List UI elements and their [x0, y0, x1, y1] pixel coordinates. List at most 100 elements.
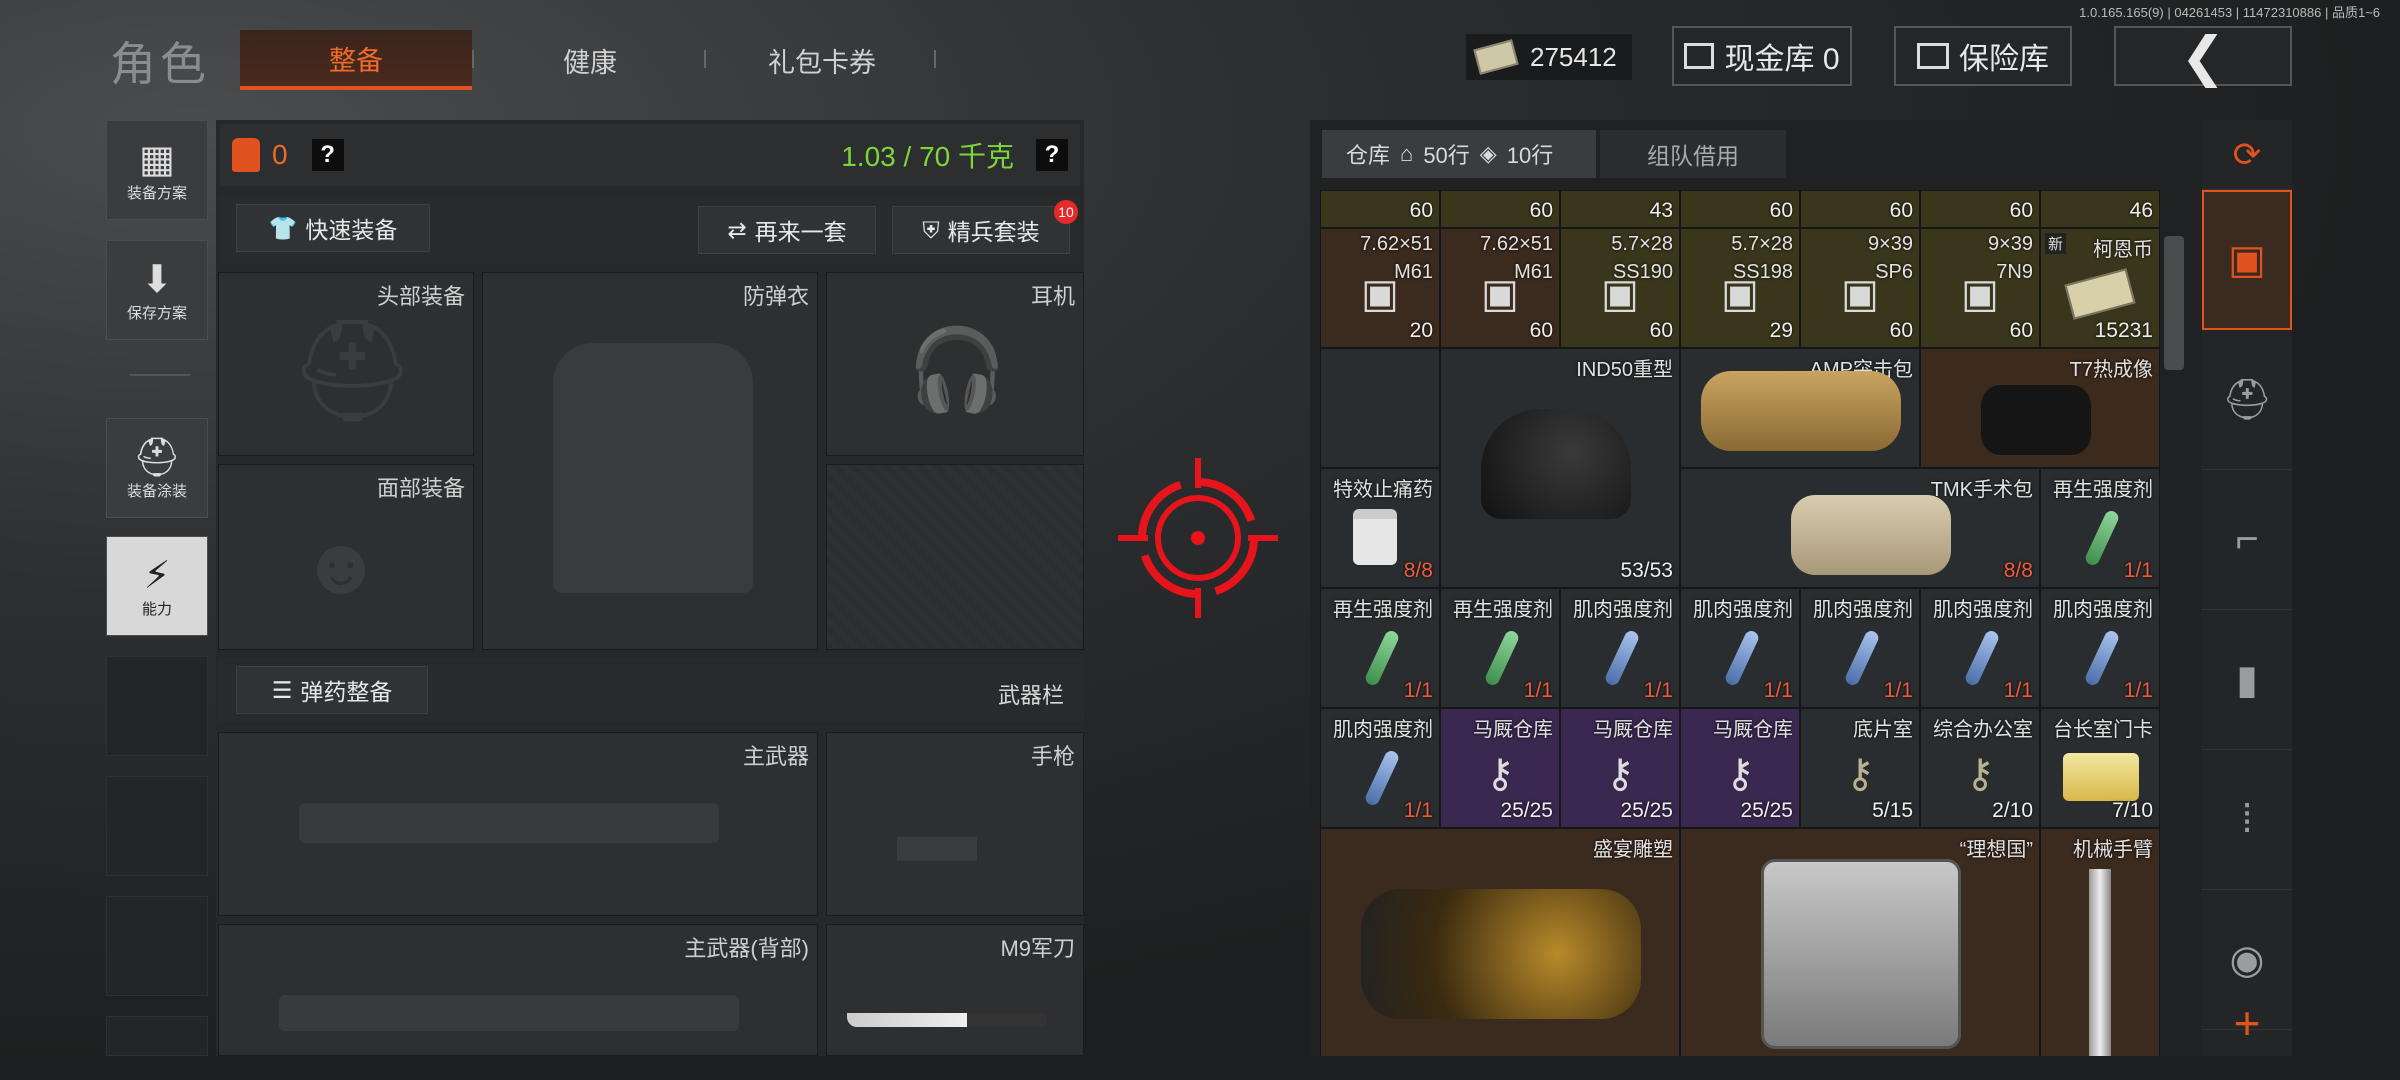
help-button[interactable]: ?: [311, 139, 344, 171]
inv-item-ammo[interactable]: 60: [1440, 190, 1560, 228]
warehouse-rows-tag: 10行: [1506, 143, 1554, 168]
inv-item-ammo-box[interactable]: 7.62×51 M61 ▣ 20: [1320, 228, 1440, 348]
item-count: 60: [1649, 319, 1673, 342]
key-icon: ⚷: [1485, 751, 1515, 796]
add-icon[interactable]: +: [2202, 990, 2292, 1056]
inv-item-ammo-box[interactable]: 7.62×51 M61 ▣ 60: [1440, 228, 1560, 348]
inv-item-ammo[interactable]: 60: [1680, 190, 1800, 228]
shield-icon: ⛨: [922, 216, 940, 243]
item-count: 46: [2129, 199, 2153, 222]
quick-equip-button[interactable]: 👕 快速装备: [236, 204, 430, 252]
inv-item-ammo[interactable]: 60: [1320, 190, 1440, 228]
item-sublabel: 7N9: [1996, 261, 2033, 283]
inv-item-muscle-stim[interactable]: 肌肉强度剂 1/1: [1560, 588, 1680, 708]
ammo-box-icon: ▣: [1601, 271, 1639, 316]
inv-item-key[interactable]: 马厩仓库 ⚷ 25/25: [1440, 708, 1560, 828]
inv-item-tmk-surgery[interactable]: TMK手术包 8/8: [1680, 468, 2040, 588]
item-count: 1/1: [1523, 679, 1553, 702]
inv-item-ammo-box[interactable]: 9×39 SP6 ▣ 60: [1800, 228, 1920, 348]
inv-item-muscle-stim[interactable]: 肌肉强度剂 1/1: [1800, 588, 1920, 708]
slot-headset[interactable]: 🎧 耳机: [826, 272, 1084, 456]
category-helmet-icon[interactable]: ⛑: [2202, 330, 2292, 470]
category-all-icon[interactable]: ▣: [2202, 190, 2292, 330]
redo-set-button[interactable]: ⇄ 再来一套: [698, 206, 876, 254]
cash-vault-button[interactable]: 现金库 0: [1672, 26, 1852, 86]
inv-item-feast-statue[interactable]: 盛宴雕塑: [1320, 828, 1680, 1056]
inv-item-key[interactable]: 综合办公室 ⚷ 2/10: [1920, 708, 2040, 828]
slot-knife[interactable]: M9军刀: [826, 924, 1084, 1056]
slot-primary-weapon[interactable]: 主武器: [218, 732, 818, 916]
rifle-back-silhouette-icon: [279, 995, 739, 1031]
crosshair-icon[interactable]: [1118, 458, 1278, 618]
slot-face[interactable]: ☻ 面部装备: [218, 464, 474, 650]
inv-item-regen-stim[interactable]: 再生强度剂 1/1: [1320, 588, 1440, 708]
item-count: 1/1: [2003, 679, 2033, 702]
slot-head[interactable]: ⛑ 头部装备: [218, 272, 474, 456]
inv-item-muscle-stim[interactable]: 肌肉强度剂 1/1: [1680, 588, 1800, 708]
item-count: 60: [1889, 199, 1913, 222]
safe-icon: [1917, 43, 1949, 69]
inventory-grid: 60 60 43 60 60 60 46 7.62×51 M61 ▣ 20 7.62…: [1320, 190, 2160, 1056]
statue-icon: [1361, 889, 1641, 1019]
inv-item-keycard[interactable]: 台长室门卡 7/10: [2040, 708, 2160, 828]
sidebar-item-loadout-plan[interactable]: ▦ 装备方案: [106, 120, 208, 220]
sidebar-item-ability[interactable]: ⚡ 能力: [106, 536, 208, 636]
inv-item-muscle-stim[interactable]: 肌肉强度剂 1/1: [2040, 588, 2160, 708]
team-borrow-tab[interactable]: 组队借用: [1600, 130, 1786, 178]
warehouse-tab[interactable]: 仓库 ⌂ 50行 ◈ 10行: [1322, 130, 1596, 178]
inv-item-ammo[interactable]: 60: [1800, 190, 1920, 228]
inv-item-regen-stim[interactable]: 再生强度剂 1/1: [1440, 588, 1560, 708]
ammo-box-icon: ▣: [1361, 271, 1399, 316]
inventory-scrollbar[interactable]: [2164, 236, 2184, 370]
inv-item-key[interactable]: 底片室 ⚷ 5/15: [1800, 708, 1920, 828]
ammo-prep-button[interactable]: ☰ 弹药整备: [236, 666, 428, 714]
sidebar-item-save-plan[interactable]: ⬇ 保存方案: [106, 240, 208, 340]
tab-equip[interactable]: 整备: [240, 30, 472, 90]
slot-primary-back[interactable]: 主武器(背部): [218, 924, 818, 1056]
sidebar-empty-slot: [106, 1016, 208, 1056]
inv-item-ammo[interactable]: 60: [1920, 190, 2040, 228]
item-count: 2/10: [1992, 799, 2033, 822]
inv-item-ideal-state[interactable]: “理想国”: [1680, 828, 2040, 1056]
sidebar-label: 装备方案: [126, 185, 187, 202]
inv-item-muscle-stim[interactable]: 肌肉强度剂 1/1: [1920, 588, 2040, 708]
item-count: 25/25: [1620, 799, 1673, 822]
slot-armor[interactable]: 防弹衣: [482, 272, 818, 650]
inv-item-amp-bag[interactable]: AMP突击包: [1680, 348, 1920, 468]
slot-pistol[interactable]: ▬ 手枪: [826, 732, 1084, 916]
inv-item-key[interactable]: 马厩仓库 ⚷ 25/25: [1680, 708, 1800, 828]
page-title: 角色: [110, 38, 210, 90]
back-button[interactable]: ❮: [2114, 26, 2292, 87]
inv-item-mech-arm[interactable]: 机械手臂: [2040, 828, 2160, 1056]
inv-item-ammo[interactable]: 46: [2040, 190, 2160, 228]
inv-item-ind50-nvg[interactable]: IND50重型 53/53: [1440, 348, 1680, 588]
inv-item-ammo-box[interactable]: 5.7×28 SS198 ▣ 29: [1680, 228, 1800, 348]
weight-help-button[interactable]: ?: [1036, 139, 1068, 171]
inv-item-regen-stim[interactable]: 再生强度剂 1/1: [2040, 468, 2160, 588]
item-label: 肌肉强度剂: [1693, 599, 1793, 621]
elite-set-button[interactable]: ⛨ 精兵套装: [892, 206, 1070, 254]
inv-item-t7-thermal[interactable]: T7热成像: [1920, 348, 2160, 468]
item-count: 8/8: [2003, 559, 2033, 582]
safe-vault-button[interactable]: 保险库: [1894, 26, 2072, 86]
item-label: 底片室: [1853, 719, 1913, 741]
inv-item-ammo-box[interactable]: 9×39 7N9 ▣ 60: [1920, 228, 2040, 348]
sidebar-empty-slot: [106, 896, 208, 996]
category-rifle-icon[interactable]: ⌐: [2202, 470, 2292, 610]
inv-item-painkiller[interactable]: 特效止痛药 8/8: [1320, 468, 1440, 588]
inv-item-coin[interactable]: 新 柯恩币 15231: [2040, 228, 2160, 348]
ammo-box-icon: ▣: [1721, 271, 1759, 316]
sidebar-item-paint[interactable]: ⛑ 装备涂装: [106, 418, 208, 518]
item-count: 60: [1889, 319, 1913, 342]
tab-gift-cards[interactable]: 礼包卡券: [706, 30, 938, 90]
category-ammo-icon[interactable]: ⁞: [2202, 750, 2292, 890]
inv-item-key[interactable]: 马厩仓库 ⚷ 25/25: [1560, 708, 1680, 828]
inv-item-ammo[interactable]: 43: [1560, 190, 1680, 228]
category-magazine-icon[interactable]: ▮: [2202, 610, 2292, 750]
item-count: 29: [1769, 319, 1793, 342]
tab-health[interactable]: 健康: [474, 30, 706, 90]
gasmask-silhouette-icon: ☻: [299, 521, 384, 610]
inv-item-ammo-box[interactable]: 5.7×28 SS190 ▣ 60: [1560, 228, 1680, 348]
sort-icon[interactable]: ⟳: [2202, 120, 2292, 190]
inv-item-muscle-stim[interactable]: 肌肉强度剂 1/1: [1320, 708, 1440, 828]
